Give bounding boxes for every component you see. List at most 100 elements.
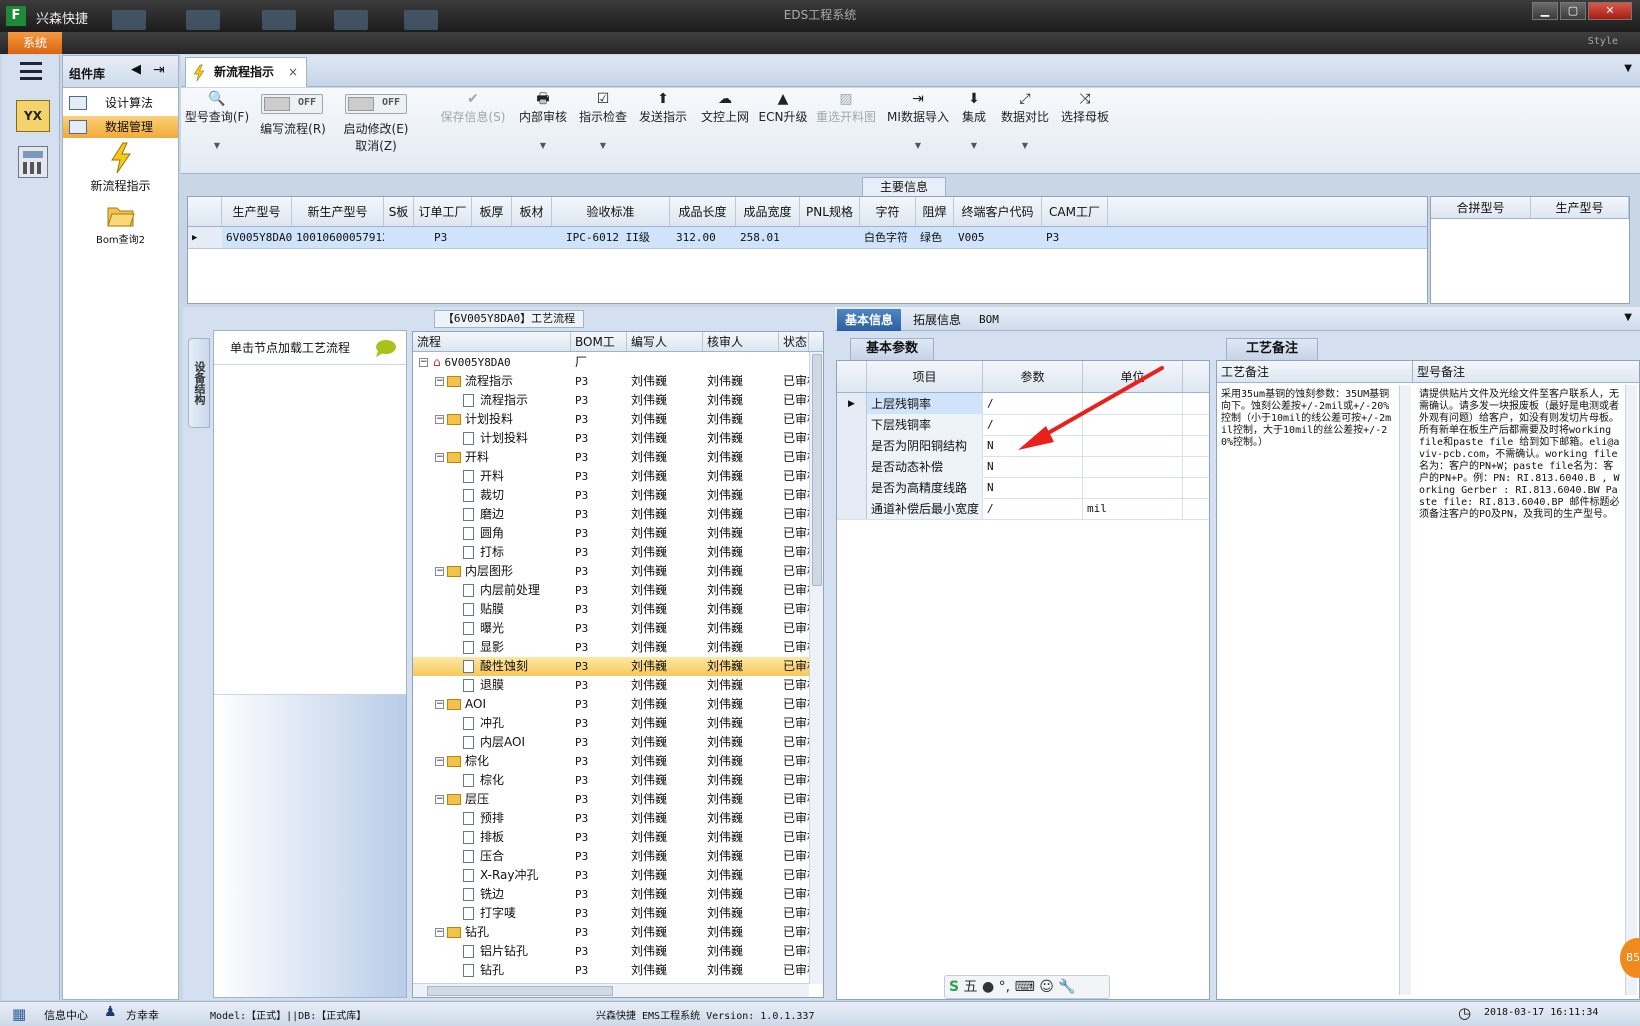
tree-folder-row[interactable]: − 层压 P3 刘伟巍 刘伟巍 已审核: [413, 790, 823, 809]
tree-step-row[interactable]: 退膜 P3 刘伟巍 刘伟巍 已审核: [413, 676, 823, 695]
minimize-button[interactable]: ▁: [1532, 2, 1558, 20]
tree-step-row[interactable]: 冲孔 P3 刘伟巍 刘伟巍 已审核: [413, 714, 823, 733]
column-header[interactable]: 新生产型号: [292, 197, 384, 226]
integrate-button[interactable]: ⬇ 集成 ▼: [953, 90, 995, 150]
ime-toolbar[interactable]: S 五 ● °, ⌨ ☺ 🔧: [944, 975, 1110, 999]
calculator-icon[interactable]: [18, 146, 48, 178]
param-row[interactable]: 是否动态补偿 N: [837, 456, 1209, 478]
tree-step-row[interactable]: 圆角 P3 刘伟巍 刘伟巍 已审核: [413, 524, 823, 543]
close-button[interactable]: ✕: [1588, 2, 1632, 20]
chevron-down-icon[interactable]: ▼: [1624, 312, 1632, 323]
collapse-icon[interactable]: −: [435, 795, 444, 804]
start-modify-toggle[interactable]: OFF: [345, 94, 407, 114]
tree-folder-row[interactable]: − AOI P3 刘伟巍 刘伟巍 已审核: [413, 695, 823, 714]
chevron-down-icon[interactable]: ▼: [953, 141, 995, 150]
tree-folder-row[interactable]: − 计划投料 P3 刘伟巍 刘伟巍 已审核: [413, 410, 823, 429]
collapse-icon[interactable]: −: [435, 453, 444, 462]
model-remarks-text[interactable]: 请提供贴片文件及光绘文件至客户联系人，无需确认。请多发一块报废板（最好是电测或者…: [1415, 387, 1627, 1019]
new-flow-shortcut[interactable]: 新流程指示: [63, 142, 178, 194]
chevron-down-icon[interactable]: ▼: [997, 141, 1053, 150]
collapse-icon[interactable]: −: [435, 928, 444, 937]
write-flow-toggle[interactable]: OFF: [261, 94, 323, 114]
process-remarks-text[interactable]: 采用35um基铜的蚀刻参数：35UM基铜向下。蚀刻公差按+/-2mil或+/-2…: [1217, 387, 1401, 1019]
column-header[interactable]: BOM工厂: [571, 332, 627, 369]
column-header[interactable]: 合拼型号: [1431, 197, 1531, 218]
param-unit-cell[interactable]: [1083, 477, 1183, 498]
tab-close-icon[interactable]: ×: [288, 58, 298, 86]
column-header[interactable]: PNL规格: [800, 197, 860, 226]
column-header[interactable]: 字符: [860, 197, 916, 226]
param-row[interactable]: 通道补偿后最小宽度 / mil: [837, 498, 1209, 520]
table-row[interactable]: ▶ 6V005Y8DA0 10010600057912 P3 IPC-6012 …: [188, 227, 1427, 249]
tree-step-row[interactable]: 预排 P3 刘伟巍 刘伟巍 已审核: [413, 809, 823, 828]
column-header[interactable]: 订单工厂: [414, 197, 472, 226]
basic-params-tab[interactable]: 基本参数: [850, 338, 934, 360]
bom-query-shortcut[interactable]: Bom查询2: [63, 202, 178, 246]
tree-step-row[interactable]: 铣边 P3 刘伟巍 刘伟巍 已审核: [413, 885, 823, 904]
tab-extended-info[interactable]: 拓展信息: [905, 309, 969, 331]
pin-panel-icon[interactable]: ⇥: [153, 62, 165, 78]
equipment-structure-vertical-tab[interactable]: 设备结构: [188, 338, 210, 428]
tree-vertical-scrollbar[interactable]: [809, 352, 823, 984]
column-header[interactable]: 成品长度: [670, 197, 736, 226]
param-unit-cell[interactable]: mil: [1083, 498, 1183, 519]
model-query-button[interactable]: 🔍 型号查询(F) ▼: [183, 90, 251, 150]
column-header[interactable]: 验收标准: [552, 197, 670, 226]
param-unit-cell[interactable]: [1083, 456, 1183, 477]
tab-bom[interactable]: BOM: [971, 309, 1007, 331]
reselect-cut-chart-button[interactable]: ▨ 重选开料图: [811, 90, 881, 125]
tree-folder-row[interactable]: − 内层图形 P3 刘伟巍 刘伟巍 已审核: [413, 562, 823, 581]
tree-step-row[interactable]: X-Ray冲孔 P3 刘伟巍 刘伟巍 已审核: [413, 866, 823, 885]
collapse-icon[interactable]: −: [435, 757, 444, 766]
tree-step-row[interactable]: 磨边 P3 刘伟巍 刘伟巍 已审核: [413, 505, 823, 524]
tree-horizontal-scrollbar[interactable]: [413, 983, 809, 997]
chevron-down-icon[interactable]: ▼: [885, 141, 951, 150]
collapse-icon[interactable]: −: [435, 377, 444, 386]
param-row[interactable]: 是否为高精度线路 N: [837, 477, 1209, 499]
tree-step-row[interactable]: 曝光 P3 刘伟巍 刘伟巍 已审核: [413, 619, 823, 638]
ecn-upgrade-button[interactable]: ▲ ECN升级: [757, 90, 809, 125]
column-header[interactable]: 阻焊: [916, 197, 954, 226]
tree-folder-row[interactable]: − 棕化 P3 刘伟巍 刘伟巍 已审核: [413, 752, 823, 771]
tree-step-row[interactable]: 酸性蚀刻 P3 刘伟巍 刘伟巍 已审核: [413, 657, 823, 676]
tree-step-row[interactable]: 流程指示 P3 刘伟巍 刘伟巍 已审核: [413, 391, 823, 410]
column-header[interactable]: 终端客户代码: [954, 197, 1042, 226]
param-value-cell[interactable]: /: [983, 498, 1083, 519]
column-header[interactable]: S板: [384, 197, 414, 226]
doc-online-button[interactable]: ☁ 文控上网: [697, 90, 753, 125]
tree-step-row[interactable]: 内层AOI P3 刘伟巍 刘伟巍 已审核: [413, 733, 823, 752]
tree-step-row[interactable]: 内层前处理 P3 刘伟巍 刘伟巍 已审核: [413, 581, 823, 600]
data-compare-button[interactable]: ⤢ 数据对比 ▼: [997, 90, 1053, 150]
mi-data-import-button[interactable]: ⇥ MI数据导入 ▼: [885, 90, 951, 150]
column-header[interactable]: 板厚: [472, 197, 512, 226]
component-item-design-algorithm[interactable]: 设计算法: [63, 92, 178, 114]
tree-step-row[interactable]: 打标 P3 刘伟巍 刘伟巍 已审核: [413, 543, 823, 562]
tree-step-row[interactable]: 显影 P3 刘伟巍 刘伟巍 已审核: [413, 638, 823, 657]
tree-step-row[interactable]: 裁切 P3 刘伟巍 刘伟巍 已审核: [413, 486, 823, 505]
tab-new-flow-instruction[interactable]: 新流程指示 ×: [185, 57, 307, 87]
scroll-thumb[interactable]: [812, 354, 822, 586]
collapse-icon[interactable]: −: [435, 567, 444, 576]
send-instruction-button[interactable]: ⬆ 发送指示: [635, 90, 691, 125]
tree-step-row[interactable]: 铝片钻孔 P3 刘伟巍 刘伟巍 已审核: [413, 942, 823, 961]
collapse-icon[interactable]: −: [419, 358, 428, 367]
internal-review-button[interactable]: 🖶 内部审核 ▼: [515, 90, 571, 150]
select-motherboard-button[interactable]: ⤨ 选择母板: [1057, 90, 1113, 125]
tree-folder-row[interactable]: − 钻孔 P3 刘伟巍 刘伟巍 已审核: [413, 923, 823, 942]
column-header[interactable]: 成品宽度: [736, 197, 800, 226]
tab-basic-info[interactable]: 基本信息: [837, 309, 902, 331]
column-header[interactable]: 生产型号: [222, 197, 292, 226]
tree-step-row[interactable]: 压合 P3 刘伟巍 刘伟巍 已审核: [413, 847, 823, 866]
instruction-check-button[interactable]: ☑ 指示检查 ▼: [575, 90, 631, 150]
component-item-data-management[interactable]: 数据管理: [63, 116, 178, 138]
tree-step-row[interactable]: 计划投料 P3 刘伟巍 刘伟巍 已审核: [413, 429, 823, 448]
tree-step-row[interactable]: 棕化 P3 刘伟巍 刘伟巍 已审核: [413, 771, 823, 790]
save-info-button[interactable]: ✔ 保存信息(S): [435, 90, 511, 125]
tree-step-row[interactable]: 打字唛 P3 刘伟巍 刘伟巍 已审核: [413, 904, 823, 923]
process-remarks-tab[interactable]: 工艺备注: [1226, 338, 1318, 360]
column-header[interactable]: 编写人: [627, 332, 703, 351]
windows-grid-icon[interactable]: ▦: [12, 1005, 26, 1023]
cancel-modify-text[interactable]: 取消(Z): [337, 137, 415, 154]
column-header[interactable]: 流程: [413, 332, 571, 351]
remarks-scrollbar[interactable]: [1625, 385, 1637, 995]
